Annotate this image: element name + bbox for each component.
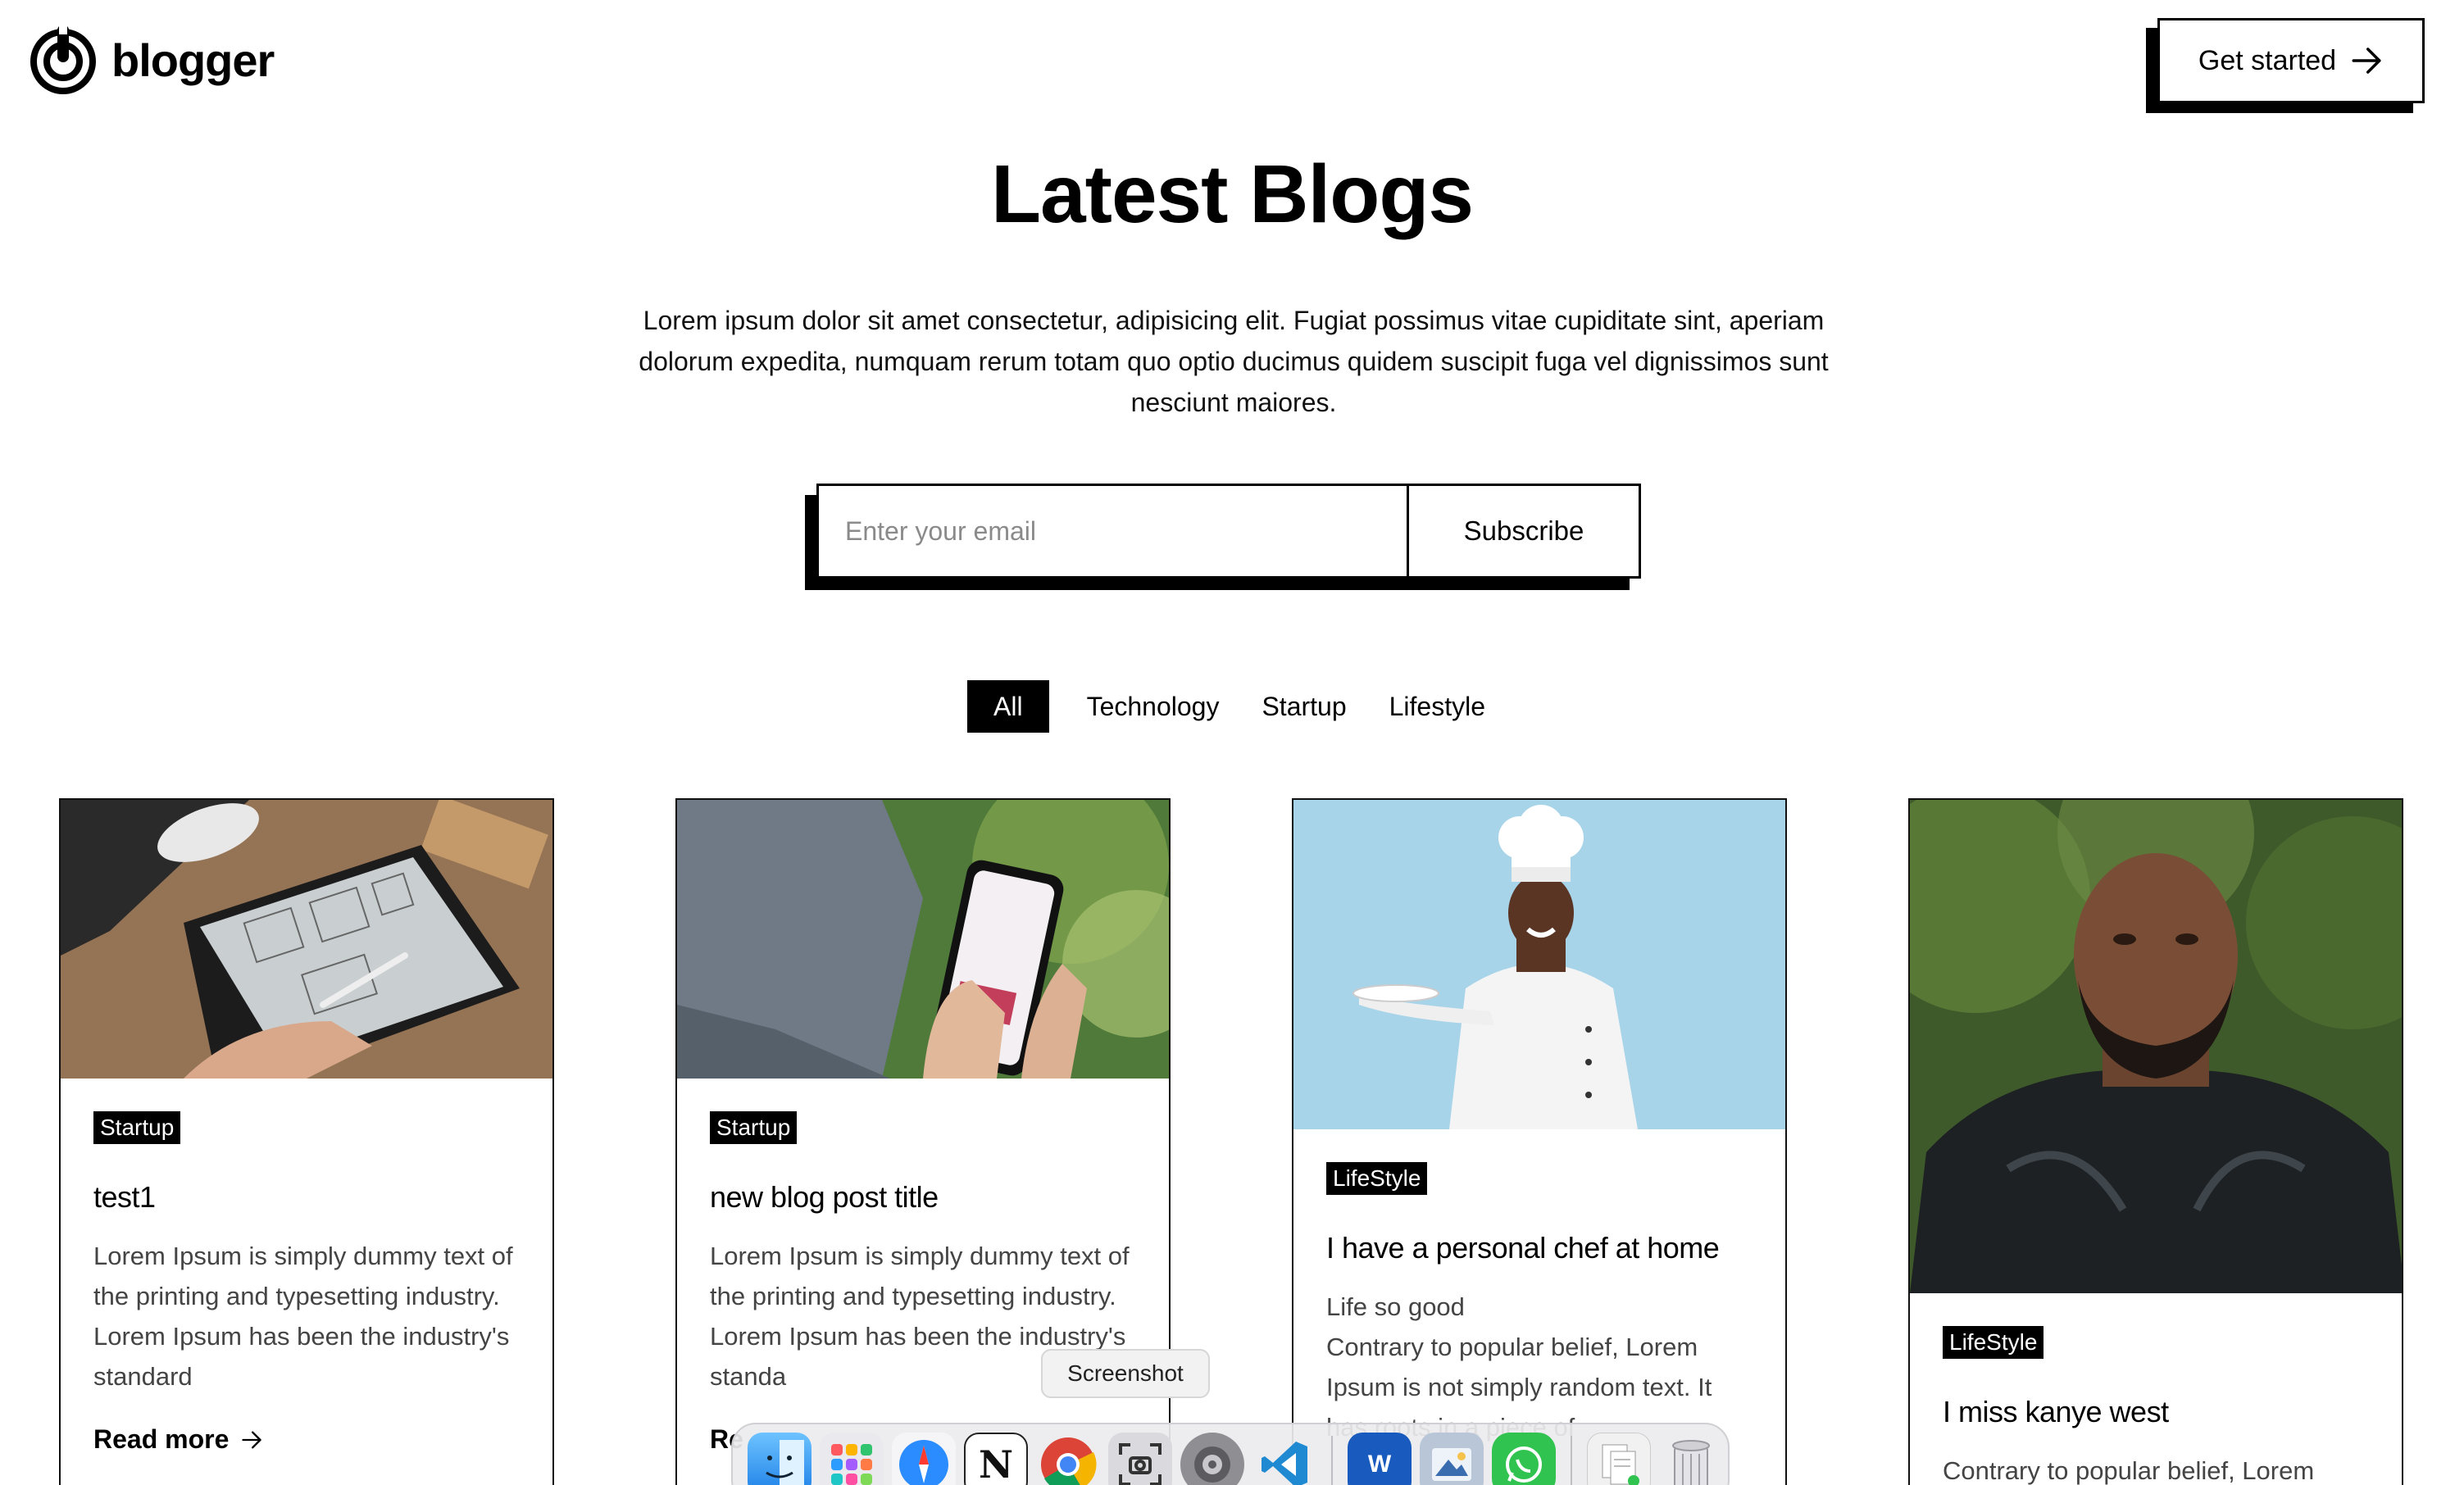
card-body: Startup test1 Lorem Ipsum is simply dumm… [61,1079,552,1485]
filter-startup[interactable]: Startup [1240,680,1367,733]
read-more-label: Read more [93,1424,230,1454]
dock-separator [1331,1436,1333,1485]
launchpad-icon[interactable] [820,1433,884,1485]
card-title[interactable]: new blog post title [710,1180,1136,1215]
macos-dock: N W [731,1423,1730,1485]
brand-logo[interactable]: blogger [26,23,275,97]
subscribe-form: Subscribe [805,484,1641,590]
notion-icon[interactable]: N [964,1433,1028,1485]
category-tag: Startup [710,1111,798,1144]
preview-icon[interactable] [1420,1433,1484,1485]
category-tag: LifeStyle [1326,1162,1428,1195]
card-image-tablet [61,800,552,1079]
blogger-logo-icon [30,23,96,94]
filter-lifestyle[interactable]: Lifestyle [1368,680,1507,733]
category-tag: LifeStyle [1943,1326,2044,1359]
chef-photo [1293,800,1785,1129]
blog-card[interactable]: Startup test1 Lorem Ipsum is simply dumm… [59,798,554,1485]
screenshot-icon[interactable] [1108,1433,1172,1485]
subscribe-button[interactable]: Subscribe [1409,486,1639,576]
arrow-right-icon [242,1431,262,1448]
brand-name: blogger [111,34,275,86]
subscribe-box: Subscribe [816,484,1641,579]
category-tag: Startup [93,1111,181,1144]
card-title[interactable]: test1 [93,1180,520,1215]
filter-technology[interactable]: Technology [1066,680,1241,733]
card-excerpt: Contrary to popular belief, Lorem [1943,1456,2315,1485]
category-filters: All Technology Startup Lifestyle [967,680,1507,733]
card-image-chef [1293,800,1785,1129]
filter-all[interactable]: All [967,680,1049,733]
vscode-icon[interactable] [1252,1433,1316,1485]
arrow-right-icon [2352,48,2381,74]
card-body: LifeStyle I miss kanye west Contrary to … [1910,1293,2402,1485]
safari-icon[interactable] [892,1433,956,1485]
card-title[interactable]: I miss kanye west [1943,1395,2369,1429]
get-started-button[interactable]: Get started [2157,18,2425,103]
read-more-link[interactable]: Read more [93,1424,520,1455]
card-image-phone [677,800,1169,1079]
trash-icon[interactable] [1659,1433,1723,1485]
blog-card[interactable]: LifeStyle I have a personal chef at home… [1292,798,1787,1485]
get-started-wrapper: Get started [2146,18,2425,113]
documents-icon[interactable] [1587,1433,1651,1485]
card-title[interactable]: I have a personal chef at home [1326,1231,1753,1265]
phone-photo [677,800,1169,1079]
word-icon[interactable]: W [1348,1433,1412,1485]
card-image-portrait [1910,800,2402,1293]
finder-icon[interactable] [748,1433,811,1485]
page-title: Latest Blogs [990,148,1474,240]
chrome-icon[interactable] [1036,1433,1100,1485]
dock-separator [1571,1436,1572,1485]
email-field[interactable] [819,486,1409,576]
portrait-photo [1910,800,2402,1293]
hero-description: Lorem ipsum dolor sit amet consectetur, … [639,306,1829,417]
tablet-photo [61,800,552,1079]
blog-card[interactable]: LifeStyle I miss kanye west Contrary to … [1908,798,2403,1485]
get-started-label: Get started [2198,44,2337,76]
system-settings-icon[interactable] [1180,1433,1244,1485]
whatsapp-icon[interactable] [1492,1433,1556,1485]
dock-tooltip: Screenshot [1041,1349,1210,1398]
card-excerpt: Lorem Ipsum is simply dummy text of the … [93,1242,513,1391]
